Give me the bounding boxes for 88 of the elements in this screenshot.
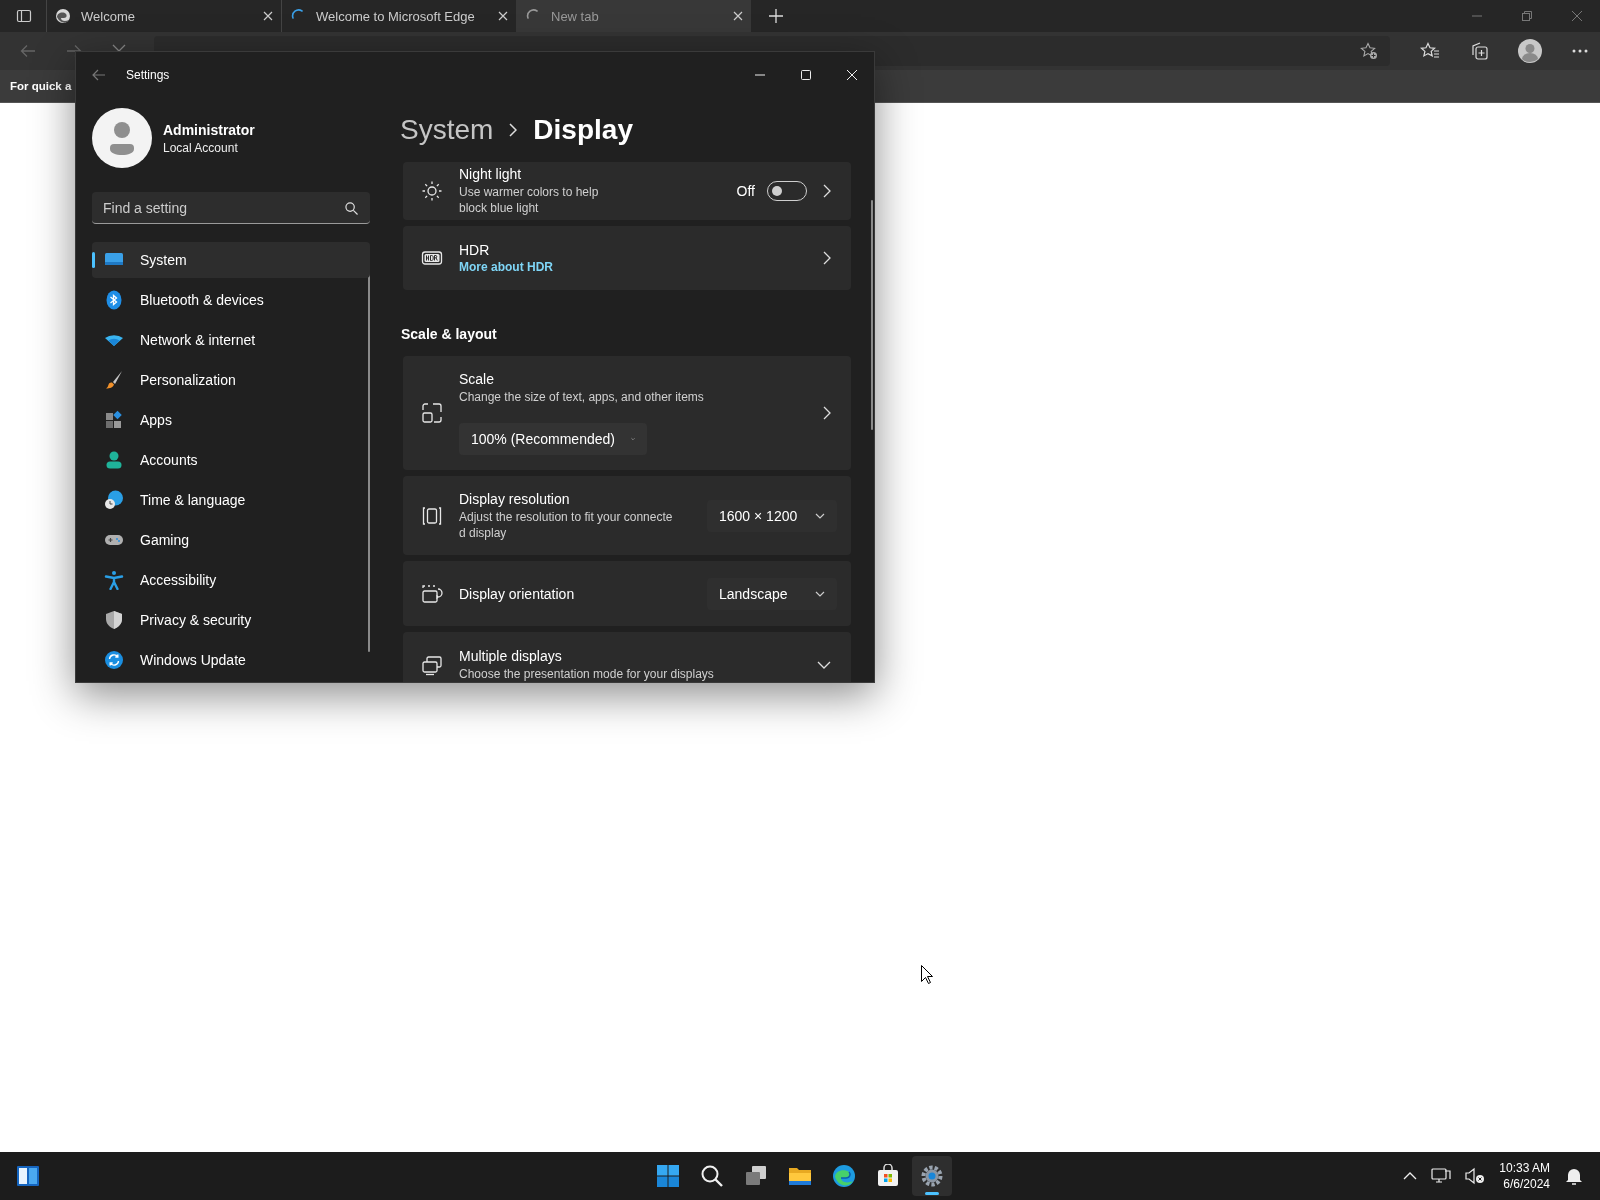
favorites-bar-text: For quick a xyxy=(10,80,72,92)
chevron-right-icon xyxy=(509,123,518,137)
network-icon[interactable] xyxy=(1431,1167,1452,1185)
search-icon xyxy=(345,202,358,215)
chevron-right-icon xyxy=(823,406,831,420)
close-icon[interactable] xyxy=(733,11,743,21)
chevron-down-icon[interactable] xyxy=(817,661,831,669)
nav-item[interactable]: Accessibility xyxy=(92,562,370,598)
setting-title: Display resolution xyxy=(459,490,571,507)
nav-item[interactable]: Time & language xyxy=(92,482,370,518)
mouse-pointer-icon xyxy=(921,965,933,984)
clock-date: 6/6/2024 xyxy=(1503,1176,1550,1192)
resize-icon xyxy=(421,402,443,424)
accessibility-icon xyxy=(104,570,124,590)
gear-icon[interactable] xyxy=(912,1156,952,1196)
nav-item[interactable]: Personalization xyxy=(92,362,370,398)
browser-tab[interactable]: New tab xyxy=(516,0,751,32)
profile-avatar-icon[interactable] xyxy=(1518,39,1542,63)
notification-bell-icon[interactable] xyxy=(1564,1166,1584,1186)
setting-card[interactable]: Multiple displays Choose the presentation mode for your displays xyxy=(403,632,851,682)
clock[interactable]: 10:33 AM 6/6/2024 xyxy=(1499,1160,1550,1192)
maximize-icon[interactable] xyxy=(801,70,811,80)
globe-clock-icon xyxy=(104,490,124,510)
paintbrush-icon xyxy=(104,370,124,390)
nav-item[interactable]: Apps xyxy=(92,402,370,438)
dropdown[interactable]: 1600 × 1200 xyxy=(707,499,837,532)
setting-description: Adjust the resolution to fit your connecte d display xyxy=(459,508,674,541)
setting-card[interactable]: Scale Change the size of text, apps, and other items 100% (Recommended) xyxy=(403,356,851,470)
caret-icon xyxy=(815,590,825,597)
setting-description: Use warmer colors to help block blue light xyxy=(459,184,600,216)
setting-title: HDR xyxy=(459,242,491,258)
add-favorite-icon[interactable] xyxy=(1360,42,1378,60)
widgets-icon[interactable] xyxy=(16,1164,40,1188)
setting-description: Change the size of text, apps, and other items xyxy=(459,389,705,405)
person-icon xyxy=(104,450,124,470)
chevron-right-icon xyxy=(823,251,831,265)
chevron-up-icon[interactable] xyxy=(1403,1172,1418,1180)
setting-title: Night light xyxy=(459,166,523,182)
dropdown[interactable]: Landscape xyxy=(707,577,837,610)
window-title: Settings xyxy=(126,68,170,82)
nav-item[interactable]: Gaming xyxy=(92,522,370,558)
swirl-logo-icon xyxy=(55,8,71,24)
collections-icon[interactable] xyxy=(1470,42,1488,60)
setting-card[interactable]: Display orientation Landscape xyxy=(403,561,851,626)
breadcrumb-item: Display xyxy=(533,114,633,146)
restore-icon[interactable] xyxy=(1522,11,1532,21)
speaker-muted-icon[interactable] xyxy=(1465,1167,1486,1185)
setting-card[interactable]: Display resolution Adjust the resolution to fit your connecte d display 1600 × 1200 xyxy=(403,476,851,555)
two-screens-icon xyxy=(421,654,443,676)
sun-icon xyxy=(421,180,443,202)
dropdown[interactable]: 100% (Recommended) xyxy=(459,423,647,455)
help-link[interactable]: More about HDR xyxy=(459,260,553,274)
setting-card[interactable]: HDR More about HDR xyxy=(403,226,851,290)
section-heading: Scale & layout xyxy=(401,326,497,342)
back-arrow-icon[interactable] xyxy=(92,68,106,82)
favorites-icon[interactable] xyxy=(1420,42,1440,60)
breadcrumb-item[interactable]: System xyxy=(400,114,494,146)
rotate-screen-icon xyxy=(421,582,443,605)
nav-item[interactable]: Windows Update xyxy=(92,642,370,678)
nav-item[interactable]: Network & internet xyxy=(92,322,370,358)
more-options-icon[interactable] xyxy=(1572,49,1588,53)
close-icon[interactable] xyxy=(498,11,508,21)
nav-item[interactable]: System xyxy=(92,242,370,278)
caret-icon xyxy=(815,512,825,519)
bluetooth-icon xyxy=(104,290,124,310)
avatar-icon[interactable] xyxy=(92,108,152,168)
setting-title: Multiple displays xyxy=(459,648,563,664)
new-tab-icon[interactable] xyxy=(769,9,783,23)
user-name: Administrator xyxy=(163,121,255,138)
setting-card[interactable]: Night light Use warmer colors to help block blue light Off xyxy=(403,162,851,220)
setting-title: Scale xyxy=(459,371,496,387)
toggle-state-label: Off xyxy=(736,183,755,199)
chevron-right-icon xyxy=(823,184,831,198)
shield-icon xyxy=(104,610,124,630)
clock-time: 10:33 AM xyxy=(1499,1160,1550,1176)
nav-item[interactable]: Bluetooth & devices xyxy=(92,282,370,318)
account-type: Local Account xyxy=(163,140,239,155)
nav-item[interactable]: Privacy & security xyxy=(92,602,370,638)
screen-brackets-icon xyxy=(421,504,443,527)
search-field[interactable]: Find a setting xyxy=(92,192,370,224)
caret-icon xyxy=(630,436,635,442)
sidebar-panel-icon[interactable] xyxy=(16,8,32,24)
sync-arrows-icon xyxy=(104,650,124,670)
close-icon[interactable] xyxy=(263,11,273,21)
setting-description: Choose the presentation mode for your displays xyxy=(459,666,715,682)
app-grid-icon xyxy=(104,410,124,430)
nav-item[interactable]: Accounts xyxy=(92,442,370,478)
setting-title: Display orientation xyxy=(459,585,576,602)
